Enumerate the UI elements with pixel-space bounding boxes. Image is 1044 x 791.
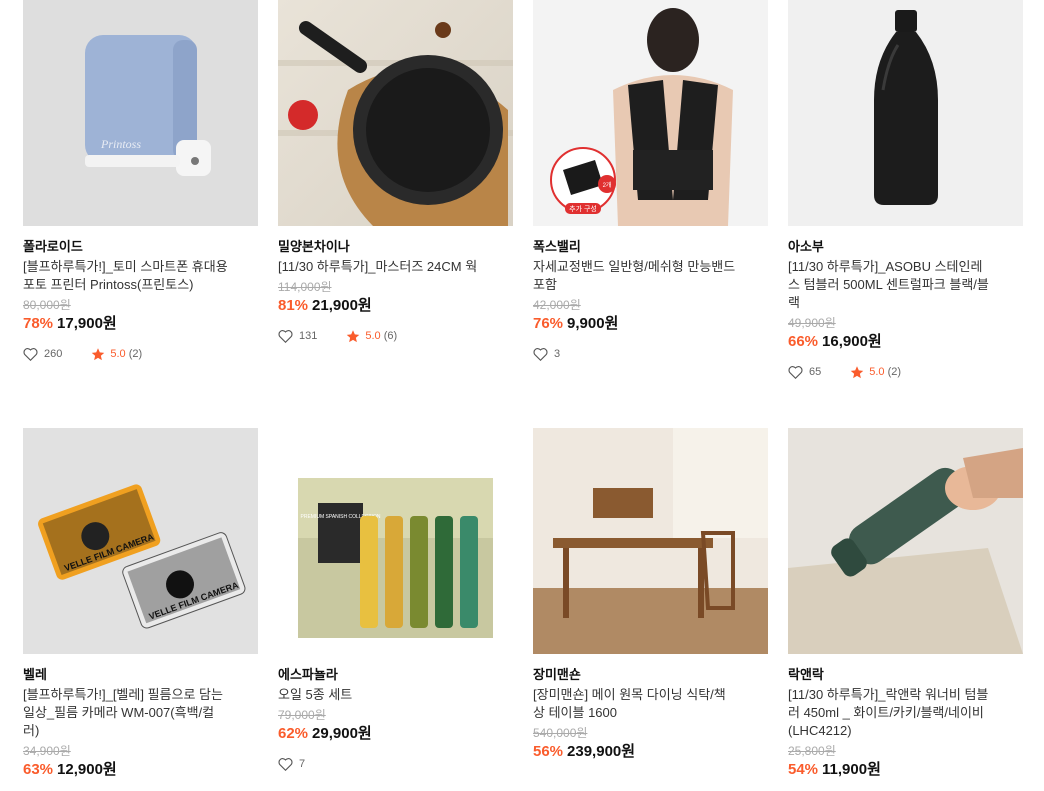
discount-rate: 66% [788,333,819,350]
product-meta: 7 [278,756,513,772]
like-count: 260 [44,348,63,360]
original-price: 34,900원 [23,744,71,758]
product-brand: 에스파뇰라 [278,667,338,682]
heart-icon[interactable] [278,757,293,771]
discount-rate: 62% [278,725,309,742]
product-card-8[interactable]: 락앤락 [11/30 하루특가]_락앤락 워너비 텀블 러 450ml _ 화이… [788,428,1023,780]
price-row: 78% 17,900원 [23,314,258,334]
price-row: 76% 9,900원 [533,314,768,334]
original-price: 49,900원 [788,316,836,330]
star-icon [347,329,360,342]
badge-label: 추가 구성 [569,204,597,213]
posture-band-icon: 2개 추가 구성 [550,8,733,226]
sale-price: 11,900원 [822,761,881,778]
original-price: 25,800원 [788,744,836,758]
original-price: 114,000원 [278,280,332,294]
discount-rate: 78% [23,315,54,332]
product-image[interactable] [788,0,1023,226]
product-card-6[interactable]: PREMIUM SPANISH COLLECTION 에스파뇰라 오일 5종 세… [278,428,513,772]
product-meta: 260 5.0 (2) [23,346,258,362]
like-count: 65 [809,366,822,378]
product-meta: 131 5.0 (6) [278,328,513,344]
heart-icon[interactable] [788,365,803,379]
product-brand: 벨레 [23,667,47,682]
star-icon [92,347,105,360]
product-card-2[interactable]: 밀양본차이나 [11/30 하루특가]_마스터즈 24CM 웍 114,000원… [278,0,513,344]
price-row: 54% 11,900원 [788,760,1023,780]
like-count: 3 [554,348,561,360]
sale-price: 17,900원 [57,315,117,332]
sale-price: 9,900원 [567,315,619,332]
price-row: 56% 239,900원 [533,742,768,762]
price-row: 66% 16,900원 [788,332,1023,352]
wooden-desk-icon [533,428,768,654]
like-count: 7 [299,758,306,770]
oil-bottles-icon: PREMIUM SPANISH COLLECTION [298,478,493,638]
rating: 5.0 (6) [365,330,398,342]
product-card-1[interactable]: Printoss 폴라로이드 [블프하루특가!]_토미 스마트폰 휴대용 포토 … [23,0,258,362]
product-image[interactable]: Printoss [23,0,258,226]
heart-icon[interactable] [278,329,293,343]
product-brand: 장미맨숀 [533,667,581,682]
product-image[interactable] [533,428,768,654]
discount-rate: 76% [533,315,564,332]
product-title[interactable]: 오일 5종 세트 [278,686,513,704]
product-card-5[interactable]: VELLE FILM CAMERA VELLE FILM CAMERA 벨레 [… [23,428,258,780]
star-icon [851,365,864,378]
product-brand: 밀양본차이나 [278,239,350,254]
product-image[interactable] [788,428,1023,654]
product-meta: 65 5.0 (2) [788,364,1023,380]
product-brand: 락앤락 [788,667,824,682]
sale-price: 239,900원 [567,743,636,760]
tumbler-icon [788,448,1023,654]
product-title[interactable]: [11/30 하루특가]_락앤락 워너비 텀블 러 450ml _ 화이트/카키… [788,686,1023,740]
like-count: 131 [299,330,318,342]
product-card-4[interactable]: 아소부 [11/30 하루특가]_ASOBU 스테인레 스 텀블러 500ML … [788,0,1023,380]
discount-rate: 54% [788,761,819,778]
product-title[interactable]: [블프하루특가!]_[벨레] 필름으로 담는 일상_필름 카메라 WM-007(… [23,686,258,740]
original-price: 540,000원 [533,726,588,740]
product-title[interactable]: [장미맨숀] 메이 원목 다이닝 식탁/책 상 테이블 1600 [533,686,768,722]
photo-printer-icon: Printoss [85,35,211,176]
original-price: 80,000원 [23,298,71,312]
sale-price: 21,900원 [312,297,372,314]
printer-logo: Printoss [100,137,141,151]
product-brand: 아소부 [788,239,824,254]
product-title[interactable]: [11/30 하루특가]_마스터즈 24CM 웍 [278,258,513,276]
product-title[interactable]: [블프하루특가!]_토미 스마트폰 휴대용 포토 프린터 Printoss(프린… [23,258,258,294]
product-image[interactable]: PREMIUM SPANISH COLLECTION [278,428,513,654]
rating: 5.0 (2) [110,348,143,360]
price-row: 62% 29,900원 [278,724,513,744]
product-brand: 폭스밸리 [533,239,581,254]
heart-icon[interactable] [23,347,38,361]
product-image[interactable] [278,0,513,226]
heart-icon[interactable] [533,347,548,361]
badge-count: 2개 [603,181,612,189]
product-title[interactable]: [11/30 하루특가]_ASOBU 스테인레 스 텀블러 500ML 센트럴파… [788,258,1023,312]
discount-rate: 63% [23,761,54,778]
product-meta: 3 [533,346,768,362]
discount-rate: 81% [278,297,309,314]
product-card-7[interactable]: 장미맨숀 [장미맨숀] 메이 원목 다이닝 식탁/책 상 테이블 1600 54… [533,428,768,762]
rating: 5.0 (2) [869,366,902,378]
original-price: 79,000원 [278,708,326,722]
sale-price: 16,900원 [822,333,882,350]
sale-price: 29,900원 [312,725,372,742]
film-camera-icon: VELLE FILM CAMERA VELLE FILM CAMERA [38,484,246,629]
discount-rate: 56% [533,743,564,760]
product-image[interactable]: VELLE FILM CAMERA VELLE FILM CAMERA [23,428,258,654]
wok-pan-icon [278,21,513,226]
water-bottle-icon [874,10,938,205]
price-row: 81% 21,900원 [278,296,513,316]
sale-price: 12,900원 [57,761,117,778]
product-card-3[interactable]: 2개 추가 구성 폭스밸리 자세교정밴드 일반형/메쉬형 만능밴드 포함 42,… [533,0,768,362]
product-title[interactable]: 자세교정밴드 일반형/메쉬형 만능밴드 포함 [533,258,768,294]
product-image[interactable]: 2개 추가 구성 [533,0,768,226]
product-brand: 폴라로이드 [23,239,83,254]
price-row: 63% 12,900원 [23,760,258,780]
original-price: 42,000원 [533,298,581,312]
